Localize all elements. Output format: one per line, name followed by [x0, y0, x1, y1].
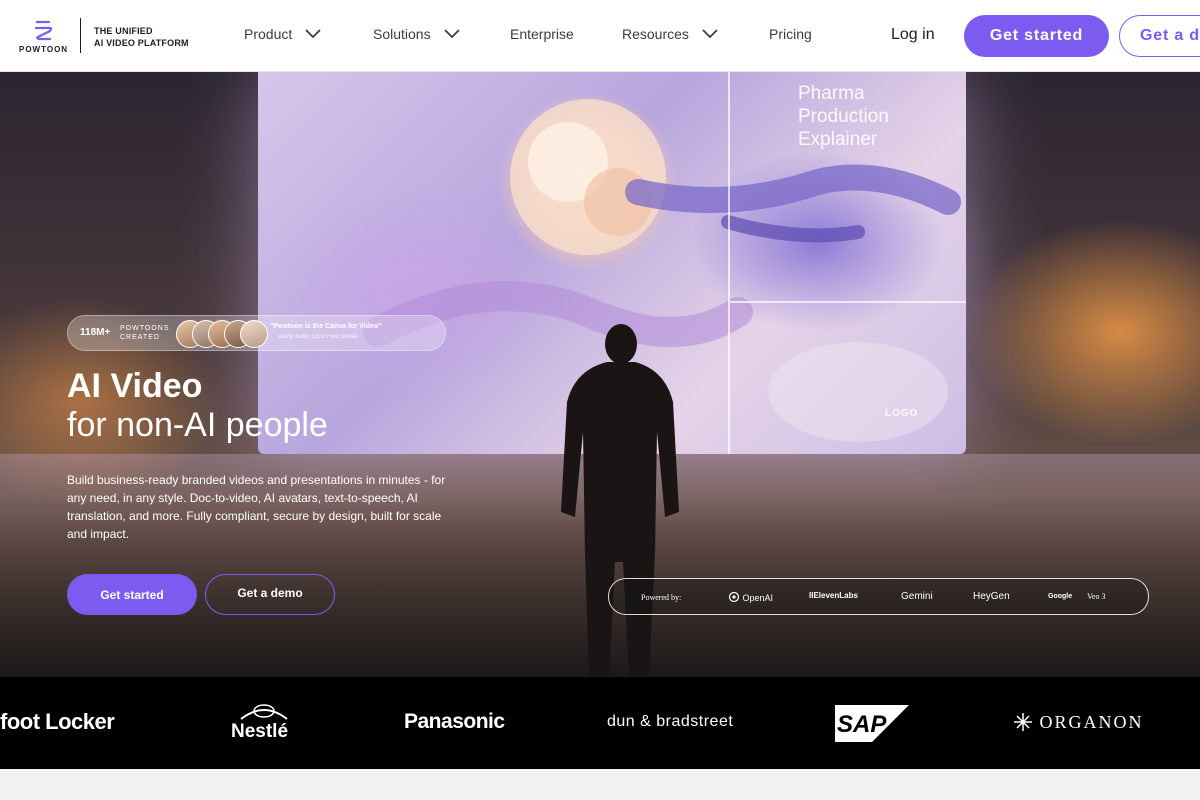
screen-logo-placeholder: LOGO [885, 408, 919, 419]
screen-title-line-1: Pharma [798, 83, 865, 104]
panasonic-logo: Panasonic [404, 710, 505, 733]
nav-item-resources[interactable]: Resources [622, 24, 719, 44]
powtoon-logo[interactable]: POWTOON [19, 19, 69, 55]
powtoons-count: 118M+ [80, 327, 111, 338]
powtoons-created-label: POWTOONS CREATED [120, 324, 169, 342]
nav-label: Solutions [373, 26, 431, 42]
hero-section: Pharma Production Explainer LOGO 118M+ P… [0, 72, 1200, 677]
sap-logo: SAP [835, 705, 909, 742]
hero-description: Build business-ready branded videos and … [67, 473, 446, 541]
organon-text: ORGANON [1039, 712, 1144, 732]
openai-text: OpenAI [742, 593, 774, 603]
elevenlabs-logo: IIElevenLabs [809, 591, 858, 600]
nav-item-pricing[interactable]: Pricing [769, 24, 812, 44]
header-tagline: THE UNIFIED AI VIDEO PLATFORM [94, 25, 189, 49]
dun-bradstreet-logo: dun & bradstreet [607, 713, 734, 730]
screen-title-line-2: Production [798, 106, 889, 127]
chevron-down-icon [443, 26, 461, 42]
powtoon-mark-icon [34, 20, 53, 41]
tagline-line-2: AI VIDEO PLATFORM [94, 38, 189, 48]
logo-divider [80, 18, 81, 53]
page: POWTOON THE UNIFIED AI VIDEO PLATFORM Pr… [0, 0, 1200, 800]
logo-wordmark: POWTOON [19, 45, 69, 54]
screen-divider-vertical [728, 72, 730, 454]
organon-mark-icon [1014, 713, 1032, 731]
nav-label: Enterprise [510, 26, 574, 42]
social-proof-pill: 118M+ POWTOONS CREATED "Powtoon is the C… [67, 315, 446, 351]
gemini-logo: Gemini [901, 591, 933, 602]
tagline-line-1: THE UNIFIED [94, 26, 153, 36]
nav-label: Resources [622, 26, 689, 42]
hero-get-demo-button[interactable]: Get a demo [205, 574, 335, 615]
avatar [240, 320, 268, 348]
screen-title: Pharma Production Explainer [798, 82, 948, 151]
screen-divider-horizontal [730, 301, 966, 303]
openai-logo: OpenAI [728, 591, 773, 603]
nav-item-enterprise[interactable]: Enterprise [510, 24, 574, 44]
screen-title-line-3: Explainer [798, 129, 878, 150]
heygen-logo: HeyGen [973, 591, 1010, 602]
testimonial-quote: "Powtoon is the Canva for Video" [270, 323, 382, 330]
hero-get-started-button[interactable]: Get started [67, 574, 197, 615]
nav-label: Pricing [769, 26, 812, 42]
site-header: POWTOON THE UNIFIED AI VIDEO PLATFORM Pr… [0, 0, 1200, 72]
get-started-button[interactable]: Get started [964, 15, 1109, 57]
google-logo: Google [1048, 593, 1073, 600]
customer-logos-strip: foot Locker Nestlé Panasonic dun & brads… [0, 677, 1200, 769]
nav-label: Product [244, 26, 293, 42]
testimonial-author: David Suter, CEO Fold Sense [278, 334, 358, 340]
nestle-nest-icon [240, 704, 288, 720]
chevron-down-icon [304, 26, 322, 42]
openai-icon [728, 591, 740, 603]
powered-by-label: Powered by: [641, 593, 682, 602]
powered-by-bar: Powered by: OpenAI IIElevenLabs Gemini H… [608, 578, 1149, 615]
nav-item-solutions[interactable]: Solutions [373, 24, 461, 44]
chevron-down-icon [701, 26, 719, 42]
organon-logo: ORGANON [1013, 712, 1144, 733]
silhouette-figure [561, 324, 679, 677]
sap-text: SAP [837, 711, 887, 738]
nestle-logo: Nestlé [231, 699, 297, 743]
get-demo-button[interactable]: Get a demo [1119, 15, 1200, 57]
login-link[interactable]: Log in [891, 26, 935, 44]
nav-item-product[interactable]: Product [244, 24, 322, 44]
footlocker-logo: foot Locker [0, 709, 115, 734]
below-fold-band [0, 769, 1200, 800]
label-line-1: POWTOONS [120, 325, 170, 332]
nestle-text: Nestlé [231, 721, 289, 742]
hero-heading-light: for non-AI people [67, 406, 328, 444]
veo3-logo: Veo 3 [1087, 592, 1106, 601]
hero-heading-bold: AI Video [67, 367, 203, 405]
label-line-2: CREATED [120, 334, 160, 341]
